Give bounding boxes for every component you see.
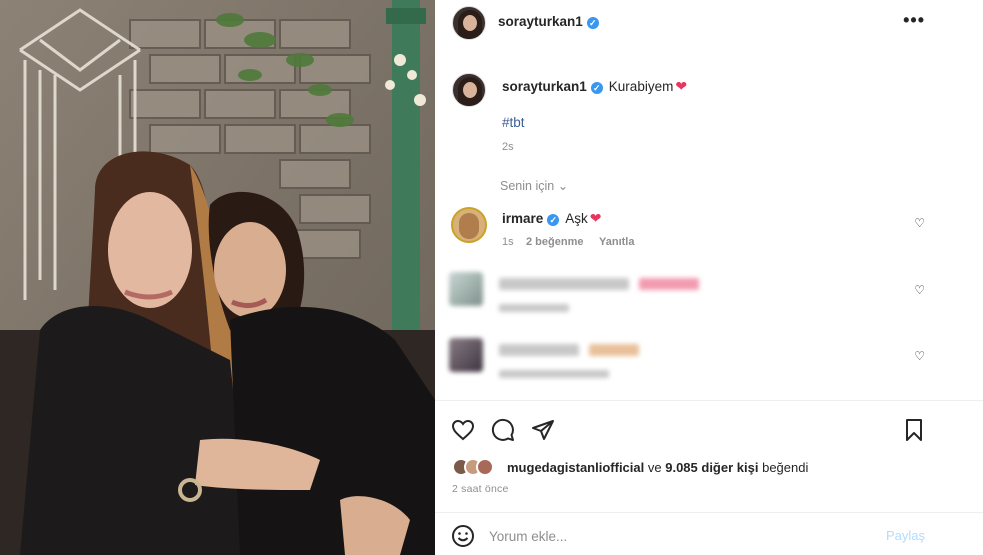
comment-text: Aşk	[565, 211, 588, 226]
heart-icon[interactable]	[451, 418, 475, 442]
chevron-down-icon: ⌄	[557, 179, 569, 193]
liker-username[interactable]: mugedagistanliofficial	[507, 460, 644, 475]
post-detail-panel: sorayturkan1 ✓ ••• sorayturkan1 ✓ Kurabiyem…	[435, 0, 983, 555]
author-username[interactable]: sorayturkan1 ✓	[498, 14, 599, 29]
heart-emoji-icon: ❤	[675, 78, 688, 94]
bookmark-icon[interactable]	[902, 418, 926, 442]
reply-button[interactable]: Yanıtla	[599, 236, 634, 248]
verified-icon: ✓	[590, 82, 603, 94]
comment-likes-count[interactable]: 2 beğenme	[526, 236, 583, 248]
comment-like-icon[interactable]: ♡	[914, 283, 925, 297]
input-divider	[435, 512, 983, 513]
caption-username[interactable]: sorayturkan1	[502, 79, 587, 94]
likers-avatars[interactable]	[452, 458, 502, 476]
post-comment-button[interactable]: Paylaş	[886, 528, 925, 543]
likes-others[interactable]: 9.085 diğer kişi	[665, 460, 758, 475]
caption-age: 2s	[502, 141, 514, 153]
heart-emoji-icon: ❤	[589, 210, 602, 226]
comment-username[interactable]: irmare	[502, 211, 543, 226]
photo-illustration	[0, 0, 435, 555]
comment-icon[interactable]	[491, 418, 515, 442]
post-photo[interactable]	[0, 0, 435, 555]
likes-summary: mugedagistanliofficial ve 9.085 diğer ki…	[507, 460, 808, 475]
comment-like-icon[interactable]: ♡	[914, 216, 925, 230]
post-timestamp[interactable]: 2 saat önce	[452, 483, 509, 495]
commenter-avatar[interactable]	[451, 207, 487, 243]
for-you-filter[interactable]: Senin için ⌄	[500, 178, 568, 193]
actions-divider	[435, 400, 983, 401]
caption-text: Kurabiyem	[608, 79, 674, 94]
author-avatar[interactable]	[452, 6, 486, 40]
comment-like-icon[interactable]: ♡	[914, 349, 925, 363]
caption: sorayturkan1 ✓ Kurabiyem ❤	[502, 78, 687, 95]
comment-input[interactable]	[489, 523, 869, 549]
verified-icon: ✓	[547, 214, 560, 226]
verified-icon: ✓	[586, 17, 599, 29]
blurred-comment	[449, 272, 709, 322]
more-icon[interactable]: •••	[903, 10, 925, 31]
likes-connector: ve	[647, 460, 662, 475]
emoji-icon[interactable]	[451, 524, 475, 548]
blurred-comment	[449, 338, 709, 388]
share-icon[interactable]	[531, 418, 555, 442]
comment-body: irmare ✓ Aşk ❤	[502, 210, 602, 227]
for-you-label: Senin için	[500, 179, 555, 193]
likes-suffix: beğendi	[762, 460, 809, 475]
caption-author-avatar[interactable]	[452, 73, 486, 107]
hashtag-link[interactable]: #tbt	[502, 115, 525, 130]
comment-age: 1s	[502, 236, 514, 248]
post-header: sorayturkan1 ✓ •••	[435, 0, 983, 46]
